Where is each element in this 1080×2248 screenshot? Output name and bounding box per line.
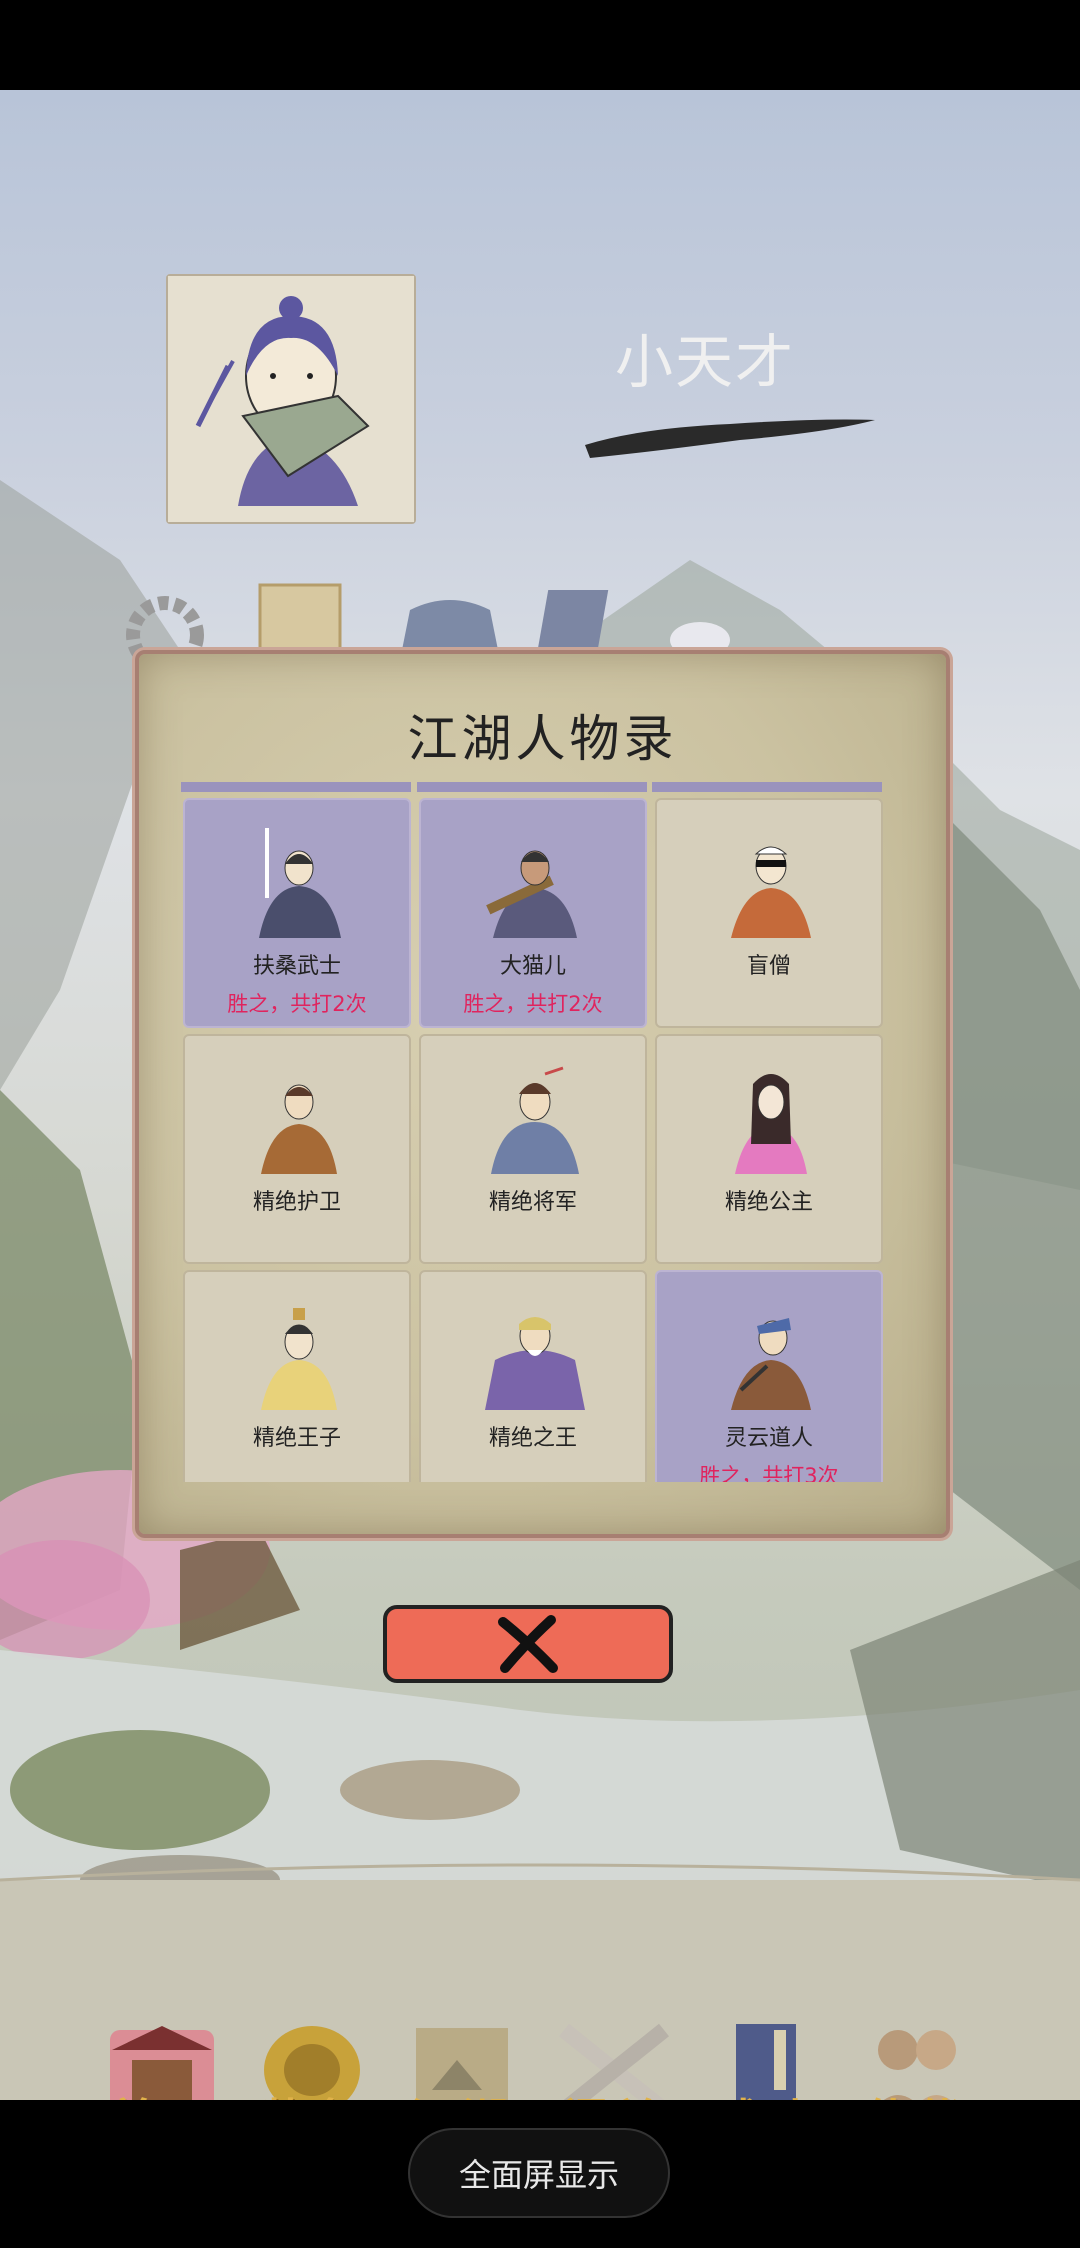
character-card[interactable]: 盲僧 bbox=[655, 798, 883, 1028]
nav-item-martial-arts[interactable]: 武功 bbox=[686, 1970, 846, 2100]
character-card[interactable]: 扶桑武士 胜之，共打2次 bbox=[183, 798, 411, 1028]
character-card[interactable]: 大猫儿 胜之，共打2次 bbox=[419, 798, 647, 1028]
nav-label: 伙伴 bbox=[836, 2085, 996, 2100]
character-card[interactable]: 精绝王子 bbox=[183, 1270, 411, 1482]
nav-item-challenge[interactable]: 闯关 bbox=[534, 1970, 694, 2100]
previous-row-edge bbox=[181, 782, 411, 792]
game-screen: 小天才 江湖人物录 扶桑武士 胜之，共打2次 大猫儿 胜之，共打2次 盲僧 精绝… bbox=[0, 90, 1080, 2100]
brush-stroke-decoration bbox=[585, 419, 875, 458]
character-name: 精绝之王 bbox=[488, 1426, 577, 1451]
guard-portrait-icon bbox=[261, 1084, 337, 1174]
nav-label: 闯关 bbox=[534, 2085, 694, 2100]
character-card[interactable]: 灵云道人 胜之，共打3次 bbox=[655, 1270, 883, 1482]
nav-label: 装备 bbox=[232, 2085, 392, 2100]
dialog-title: 江湖人物录 bbox=[407, 710, 678, 768]
character-name: 精绝公主 bbox=[724, 1190, 813, 1215]
character-name: 精绝王子 bbox=[252, 1426, 341, 1451]
character-name: 精绝护卫 bbox=[252, 1190, 341, 1215]
character-name: 精绝将军 bbox=[488, 1190, 577, 1215]
king-portrait-icon bbox=[485, 1317, 585, 1410]
battle-result: 胜之，共打3次 bbox=[699, 1464, 839, 1482]
player-avatar[interactable] bbox=[166, 274, 416, 524]
character-name: 大猫儿 bbox=[499, 954, 566, 979]
blind-monk-portrait-icon bbox=[731, 846, 811, 938]
character-name: 扶桑武士 bbox=[252, 954, 341, 979]
top-icons-row bbox=[126, 583, 730, 660]
character-record-dialog: 江湖人物录 扶桑武士 胜之，共打2次 大猫儿 胜之，共打2次 盲僧 精绝护卫 精… bbox=[135, 650, 950, 1538]
nav-item-home[interactable]: 首页 bbox=[82, 1970, 242, 2100]
samurai-portrait-icon bbox=[259, 828, 341, 938]
battle-result: 胜之，共打2次 bbox=[463, 992, 603, 1016]
character-card[interactable]: 精绝公主 bbox=[655, 1034, 883, 1264]
character-grid[interactable]: 扶桑武士 胜之，共打2次 大猫儿 胜之，共打2次 盲僧 精绝护卫 精绝将军 精绝… bbox=[179, 782, 893, 1482]
bottom-navigation: 首页 装备 江湖 闯关 bbox=[0, 1970, 1080, 2100]
fullscreen-display-button[interactable]: 全面屏显示 bbox=[408, 2128, 670, 2218]
nav-item-equipment[interactable]: 装备 bbox=[232, 1970, 392, 2100]
character-card[interactable]: 精绝将军 bbox=[419, 1034, 647, 1264]
player-name: 小天才 bbox=[614, 328, 795, 396]
close-icon bbox=[498, 1615, 558, 1673]
character-name: 盲僧 bbox=[746, 954, 791, 979]
previous-row-edge bbox=[417, 782, 647, 792]
hero-portrait-icon bbox=[168, 276, 414, 522]
battle-result: 胜之，共打2次 bbox=[227, 992, 367, 1016]
taoist-portrait-icon bbox=[731, 1318, 811, 1410]
general-portrait-icon bbox=[491, 1066, 579, 1174]
nav-label: 武功 bbox=[686, 2085, 846, 2100]
character-card[interactable]: 精绝之王 bbox=[419, 1270, 647, 1482]
nav-label: 首页 bbox=[82, 2085, 242, 2100]
big-cat-portrait-icon bbox=[486, 850, 577, 938]
nav-item-jianghu[interactable]: 江湖 bbox=[382, 1970, 542, 2100]
prince-portrait-icon bbox=[261, 1308, 337, 1410]
character-name: 灵云道人 bbox=[724, 1426, 813, 1451]
close-button[interactable] bbox=[383, 1605, 673, 1683]
character-card[interactable]: 精绝护卫 bbox=[183, 1034, 411, 1264]
nav-item-partners[interactable]: 伙伴 bbox=[836, 1970, 996, 2100]
previous-row-edge bbox=[652, 782, 882, 792]
princess-portrait-icon bbox=[735, 1074, 807, 1174]
nav-label: 江湖 bbox=[382, 2085, 542, 2100]
scroll-icon bbox=[258, 583, 342, 660]
